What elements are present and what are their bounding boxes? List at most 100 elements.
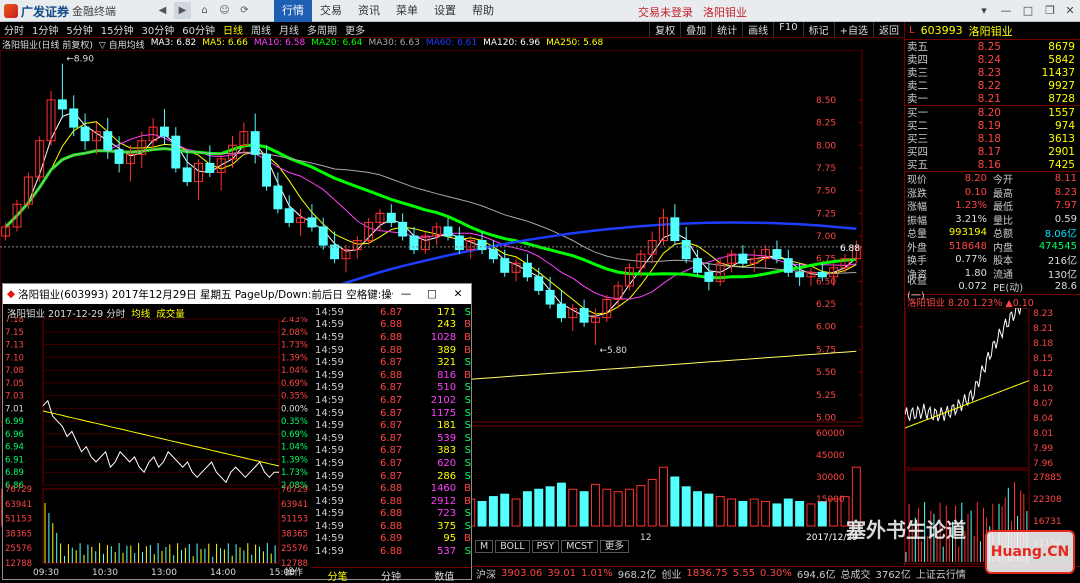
tab-values[interactable]: 数值 [418,568,471,583]
candle-body[interactable] [795,271,805,278]
candle-body[interactable] [284,208,294,223]
candle-body[interactable] [522,262,532,278]
tool-button-1[interactable]: 叠加 [680,22,711,37]
period-tab-9[interactable]: 多周期 [303,22,341,37]
ask-row[interactable]: 卖一 8.21 8728 [905,92,1080,106]
period-tab-8[interactable]: 月线 [275,22,303,37]
popup-intraday-chart[interactable]: 7.18 2.43% 7.15 2.08% 7.13 1.73% 7.10 1.39% 7.08… [3,317,311,581]
bid-row[interactable]: 买五 8.16 7425 [905,158,1080,172]
popup-maximize-icon[interactable]: □ [419,288,445,300]
candle-body[interactable] [545,289,555,305]
user-icon[interactable]: ☺ [216,2,233,19]
period-tab-10[interactable]: 更多 [341,22,369,37]
menu-icon[interactable]: ▾ [974,1,994,19]
candle-body[interactable] [80,126,90,142]
candle-body[interactable] [488,249,498,260]
candle-body[interactable] [579,308,589,323]
candle-body[interactable] [783,258,793,273]
candle-body[interactable] [182,167,192,183]
tab-minutes[interactable]: 分钟 [364,568,417,583]
stat-value: 3.21% [955,213,987,225]
popup-left-vol-tick: 38365 [5,529,32,539]
tool-button-5[interactable]: 标记 [802,22,834,37]
candle-body[interactable] [171,135,181,169]
indicator-tab-2[interactable]: PSY [531,540,560,553]
candle-body[interactable] [670,217,680,242]
candle-body[interactable] [318,226,328,246]
tool-button-3[interactable]: 画线 [742,22,773,37]
candle-body[interactable] [477,240,487,251]
indicator-tab-3[interactable]: MCST [561,540,598,553]
indicator-tab-1[interactable]: BOLL [495,540,530,553]
popup-right-tick: 1.04% [281,443,308,453]
menu-item-5[interactable]: 帮助 [464,0,502,22]
menu-item-1[interactable]: 交易 [312,0,350,22]
popup-left-tick: 7.18 [5,317,24,325]
ask-volume: 8728 [1048,92,1075,105]
candle-body[interactable] [681,240,691,260]
candle-body[interactable] [307,217,317,228]
candle-body[interactable] [817,271,827,278]
popup-close-icon[interactable]: ✕ [445,288,471,300]
candle-body[interactable] [159,126,169,137]
tool-button-7[interactable]: 返回 [873,22,904,37]
volume-tick-label: 15000 [816,495,845,505]
home-icon[interactable]: ⌂ [196,2,213,19]
candle-body[interactable] [693,258,703,273]
candle-body[interactable] [454,235,464,251]
back-arrow-icon[interactable]: ◀ [154,2,171,19]
period-tab-5[interactable]: 60分钟 [178,22,219,37]
candle-body[interactable] [114,149,124,164]
indicator-tab-4[interactable]: 更多 [599,540,629,553]
popup-minimize-icon[interactable]: — [393,288,419,300]
candle-body[interactable] [500,258,510,273]
candle-body[interactable] [534,276,544,291]
period-tab-1[interactable]: 1分钟 [28,22,62,37]
candle-body[interactable] [205,162,215,173]
period-tab-3[interactable]: 15分钟 [97,22,138,37]
indicator-tab-0[interactable]: M [475,540,494,553]
candle-body[interactable] [772,249,782,260]
candle-body[interactable] [103,131,113,151]
stat-row: 换手 0.77% 股本 216亿 [905,253,1080,267]
period-tab-2[interactable]: 5分钟 [62,22,96,37]
period-tab-7[interactable]: 周线 [247,22,275,37]
popup-op-label[interactable]: 操作 [285,566,303,578]
intraday-popup-window[interactable]: ◆ 洛阳钼业(603993) 2017年12月29日 星期五 PageUp/Do… [2,283,472,583]
maximize-icon[interactable]: □ [1018,1,1038,19]
minimize-icon[interactable]: — [996,1,1016,19]
candle-body[interactable] [398,221,408,237]
candle-body[interactable] [69,108,79,128]
tool-button-4[interactable]: F10 [773,22,802,37]
menu-item-4[interactable]: 设置 [426,0,464,22]
mini-y-tick: 8.04 [1033,414,1053,424]
ma-header-indicator[interactable]: ▽ 自用均线 [99,38,145,51]
login-status[interactable]: 交易未登录 [638,4,693,20]
candle-body[interactable] [443,226,453,237]
candle-body[interactable] [57,99,67,110]
tool-button-6[interactable]: +自选 [833,22,873,37]
candle-body[interactable] [273,185,283,210]
menu-item-2[interactable]: 资讯 [350,0,388,22]
menu-item-3[interactable]: 菜单 [388,0,426,22]
ask-volume: 8679 [1048,40,1075,53]
candle-body[interactable] [704,271,714,282]
candle-body[interactable] [262,153,272,187]
period-tab-0[interactable]: 分时 [0,22,28,37]
tool-button-2[interactable]: 统计 [711,22,742,37]
candle-body[interactable] [556,303,566,319]
period-tab-4[interactable]: 30分钟 [137,22,178,37]
forward-arrow-icon[interactable]: ▶ [174,2,191,19]
close-icon[interactable]: ✕ [1060,1,1080,19]
refresh-icon[interactable]: ⟳ [236,2,253,19]
menu-item-0[interactable]: 行情 [274,0,312,22]
candle-body[interactable] [738,253,748,264]
candle-body[interactable] [386,212,396,223]
tick-row: 14:59 6.88 389 B [313,344,471,357]
tool-button-0[interactable]: 复权 [649,22,680,37]
restore-icon[interactable]: ❐ [1040,1,1060,19]
candle-body[interactable] [409,235,419,251]
tab-ticks[interactable]: 分笔 [311,568,364,583]
candle-body[interactable] [250,131,260,155]
period-tab-6[interactable]: 日线 [219,22,247,37]
